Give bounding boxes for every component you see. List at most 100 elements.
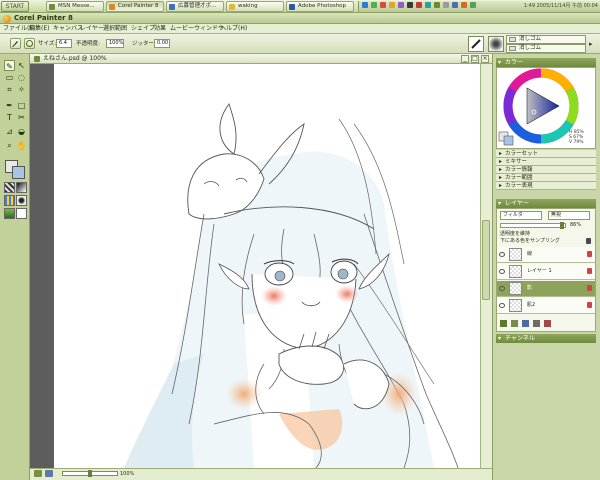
bluetooth-icon[interactable] [452,2,458,8]
dropper-icon[interactable]: ⊿ [4,126,15,137]
brush-stroke-preview[interactable] [468,36,484,52]
security-icon[interactable] [470,2,476,8]
preserve-transparency-checkbox[interactable]: 透明度を維持 [500,231,530,238]
brush-variant-select[interactable]: 消しゴム [506,44,586,53]
menu-help[interactable]: ヘルプ(H) [220,25,247,33]
messenger-tray-icon[interactable] [371,2,377,8]
chevron-right-icon[interactable]: ▸ [589,37,597,51]
layer-lock-icon[interactable] [587,302,592,308]
opacity-field[interactable]: 100% [106,39,124,48]
layer-lock-icon[interactable] [587,251,592,257]
color-set-palette[interactable]: カラーセット [496,150,596,158]
menu-effects[interactable]: 効果 [154,25,166,33]
task-label: Corel Painter 8 [118,3,159,9]
grid-icon[interactable] [45,470,53,477]
lasso-icon[interactable]: ◌ [16,72,27,83]
group-icon[interactable] [533,320,540,327]
network-icon[interactable] [362,2,368,8]
layer-row[interactable]: 肌2 [497,298,595,314]
composite-depth-select[interactable]: 無視 [548,211,590,220]
magic-wand-icon[interactable]: ✧ [16,84,27,95]
channels-palette-header[interactable]: チャンネル [496,334,596,343]
shape-icon[interactable]: □ [16,100,27,111]
dynamic-plugin-icon[interactable] [511,320,518,327]
close-button[interactable]: × [481,55,489,63]
crop-icon[interactable]: ⌗ [4,84,15,95]
minimize-button[interactable]: _ [461,55,469,63]
start-button[interactable]: START [1,1,29,12]
delete-layer-icon[interactable] [544,320,551,327]
layer-mask-icon[interactable] [522,320,529,327]
usb-icon[interactable] [434,2,440,8]
additional-color-swatch[interactable] [12,166,25,179]
eye-icon[interactable] [499,269,505,274]
brush-category-select[interactable]: 消しゴム [506,35,586,44]
layer-lock-icon[interactable] [587,285,592,291]
layer-row[interactable]: レイヤー 1 [497,264,595,280]
menu-canvas[interactable]: キャンバス [53,25,83,33]
rect-select-icon[interactable]: ▭ [4,72,15,83]
menu-shape[interactable]: シェイプ [131,25,155,33]
task-adobe-photoshop[interactable]: Adobe Photoshop [286,1,354,12]
lock-icon[interactable] [586,238,591,244]
jitter-field[interactable]: 0.00 [154,39,170,48]
menu-select[interactable]: 選択範囲 [103,25,127,33]
magnifier-icon[interactable]: ⌕ [4,140,15,151]
pen-icon[interactable]: ✒ [4,100,15,111]
gradient-selector-icon[interactable] [16,182,27,193]
layers-palette-header[interactable]: レイヤー [496,199,596,208]
maximize-button[interactable]: □ [471,55,479,63]
nozzle-selector-icon[interactable] [4,208,15,219]
looks-selector-icon[interactable] [16,208,27,219]
ime-icon[interactable] [398,2,404,8]
paper-selector-icon[interactable] [4,182,15,193]
eye-icon[interactable] [499,252,505,257]
scrollbar-thumb[interactable] [482,220,490,300]
tv-icon[interactable] [416,2,422,8]
text-icon[interactable]: T [4,112,15,123]
color-info-palette[interactable]: カラー情報 [496,166,596,174]
layer-adjuster-icon[interactable]: ↖ [16,60,27,71]
pattern-selector-icon[interactable] [4,195,15,206]
brush-dab-preview[interactable] [488,36,504,52]
hand-icon[interactable]: ✋ [16,140,27,151]
menu-edit[interactable]: 編集(E) [29,25,49,33]
reset-tool-icon[interactable] [24,38,35,49]
mixer-palette[interactable]: ミキサー [496,158,596,166]
composite-method-select[interactable]: フィルタ [500,211,542,220]
task-waking[interactable]: waking [226,1,284,12]
brush-icon[interactable]: ✎ [4,60,15,71]
scissors-icon[interactable]: ✂ [16,112,27,123]
antivirus-icon[interactable] [380,2,386,8]
battery-icon[interactable] [443,2,449,8]
layer-row-selected[interactable]: 影 [497,281,595,297]
color-palette-header[interactable]: カラー [496,58,596,67]
layer-opacity-knob[interactable] [560,222,564,229]
pick-up-underlying-checkbox[interactable]: 下にある色をサンプリング [500,238,560,245]
new-layer-icon[interactable] [500,320,507,327]
weaving-selector-icon[interactable] [16,195,27,206]
task-label: waking [238,3,258,9]
task-ad-manager[interactable]: 広募管理才ボ... [166,1,224,12]
zoom-slider-knob[interactable] [88,470,92,477]
eye-icon[interactable] [499,286,505,291]
size-field[interactable]: 6.4 [56,39,72,48]
paint-bucket-icon[interactable]: ◒ [16,126,27,137]
sync-icon[interactable] [425,2,431,8]
task-msn-messenger[interactable]: MSN Messe... [46,1,104,12]
speaker-icon[interactable] [389,2,395,8]
tracing-paper-icon[interactable] [34,470,42,477]
menu-movie[interactable]: ムービー [170,25,194,33]
eye-icon[interactable] [499,303,505,308]
menu-layer[interactable]: レイヤー [80,25,104,33]
display-icon[interactable] [407,2,413,8]
layer-opacity-slider[interactable] [500,223,566,228]
update-icon[interactable] [461,2,467,8]
task-corel-painter[interactable]: Corel Painter 8 [106,1,164,12]
layer-lock-icon[interactable] [587,268,592,274]
drawing-canvas[interactable] [54,64,480,468]
color-expression-palette[interactable]: カラー表現 [496,182,596,190]
brush-tool-icon[interactable] [10,38,21,49]
layer-row[interactable]: 線 [497,247,595,263]
color-range-palette[interactable]: カラー範囲 [496,174,596,182]
